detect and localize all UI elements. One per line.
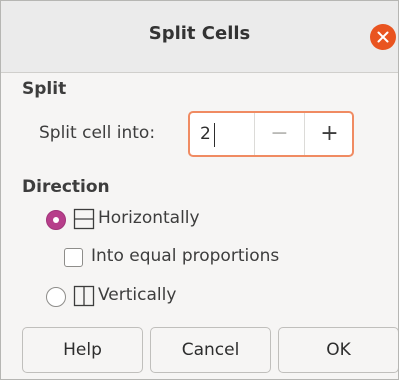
- vertically-label[interactable]: Vertically: [98, 285, 176, 305]
- horizontally-radio[interactable]: [46, 210, 66, 230]
- cancel-button[interactable]: Cancel: [150, 327, 271, 373]
- dialog-title: Split Cells: [148, 23, 251, 44]
- split-horizontal-icon: [73, 208, 95, 230]
- split-cell-into-label: Split cell into:: [39, 123, 156, 143]
- equal-proportions-label[interactable]: Into equal proportions: [91, 246, 279, 266]
- close-button[interactable]: [370, 24, 396, 50]
- split-heading: Split: [22, 79, 67, 99]
- text-caret: [214, 123, 215, 147]
- equal-proportions-checkbox[interactable]: [64, 248, 83, 267]
- horizontally-label[interactable]: Horizontally: [98, 208, 200, 228]
- split-vertical-icon: [73, 285, 95, 307]
- split-cells-dialog: Split Cells Split Split cell into: 2 − +…: [0, 0, 399, 380]
- ok-button[interactable]: OK: [278, 327, 398, 373]
- split-cell-into-spinbox[interactable]: 2 − +: [188, 111, 354, 157]
- close-icon: [377, 31, 389, 43]
- split-cell-into-input[interactable]: 2: [200, 124, 211, 144]
- direction-heading: Direction: [22, 177, 110, 197]
- help-button[interactable]: Help: [22, 327, 143, 373]
- title-bar: Split Cells: [1, 1, 398, 73]
- decrement-button[interactable]: −: [254, 113, 304, 155]
- vertically-radio[interactable]: [46, 287, 66, 307]
- increment-button[interactable]: +: [304, 113, 354, 155]
